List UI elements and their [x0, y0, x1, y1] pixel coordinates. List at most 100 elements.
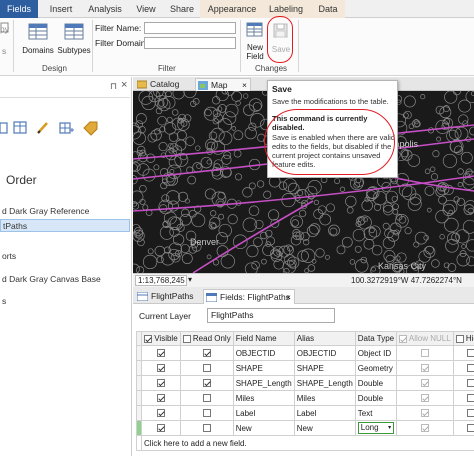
- table-row[interactable]: Label Label Text: [136, 405, 474, 421]
- allow-null-checkbox[interactable]: [420, 364, 429, 373]
- visible-checkbox[interactable]: [156, 394, 165, 403]
- tab-labeling[interactable]: Labeling: [266, 0, 306, 18]
- field-name-cell[interactable]: OBJECTID: [232, 345, 295, 361]
- tab-map[interactable]: Map ×: [195, 78, 251, 91]
- read-only-checkbox[interactable]: [202, 349, 211, 358]
- checkbox[interactable]: [455, 334, 464, 343]
- alias-cell[interactable]: Label: [293, 405, 356, 421]
- col-header-data-type[interactable]: Data Type: [354, 331, 398, 346]
- allow-null-checkbox[interactable]: [420, 379, 429, 388]
- read-only-checkbox[interactable]: [202, 364, 211, 373]
- field-name-cell[interactable]: SHAPE: [232, 360, 295, 376]
- highlight-cell[interactable]: [452, 420, 474, 436]
- allow-null-cell[interactable]: [396, 345, 454, 361]
- read-only-cell[interactable]: [179, 420, 234, 436]
- highlight-checkbox[interactable]: [466, 424, 474, 433]
- allow-null-cell[interactable]: [396, 360, 454, 376]
- filter-domain-input[interactable]: [144, 37, 236, 49]
- highlight-cell[interactable]: [452, 375, 474, 391]
- highlight-cell[interactable]: [452, 360, 474, 376]
- visible-cell[interactable]: [141, 360, 181, 376]
- alias-cell[interactable]: New: [293, 420, 356, 436]
- highlight-checkbox[interactable]: [466, 349, 474, 358]
- read-only-cell[interactable]: [179, 345, 234, 361]
- close-icon[interactable]: ×: [121, 79, 127, 91]
- col-header-field-name[interactable]: Field Name: [232, 331, 295, 346]
- tab-fields[interactable]: Fields: [0, 0, 38, 18]
- visible-cell[interactable]: [141, 405, 181, 421]
- alias-cell[interactable]: OBJECTID: [293, 345, 356, 361]
- add-field-text[interactable]: Click here to add a new field.: [141, 435, 474, 451]
- read-only-checkbox[interactable]: [202, 394, 211, 403]
- data-type-dropdown[interactable]: Long ▾: [357, 422, 395, 434]
- read-only-checkbox[interactable]: [202, 379, 211, 388]
- visible-cell[interactable]: [141, 375, 181, 391]
- field-name-cell[interactable]: Miles: [232, 390, 295, 406]
- scale-input[interactable]: 1:13,768,245: [135, 275, 187, 286]
- tab-data[interactable]: Data: [314, 0, 342, 18]
- visible-checkbox[interactable]: [156, 424, 165, 433]
- pin-icon[interactable]: ⊓: [110, 81, 117, 92]
- allow-null-checkbox[interactable]: [420, 394, 429, 403]
- tab-catalog[interactable]: Catalog: [135, 78, 199, 91]
- read-only-cell[interactable]: [179, 375, 234, 391]
- visible-checkbox[interactable]: [156, 349, 165, 358]
- allow-null-checkbox[interactable]: [420, 409, 429, 418]
- checkbox[interactable]: [144, 334, 152, 343]
- alias-cell[interactable]: SHAPE: [293, 360, 356, 376]
- read-only-cell[interactable]: [179, 390, 234, 406]
- scale-dropdown-icon[interactable]: ▾: [188, 275, 192, 284]
- data-type-cell[interactable]: Double: [354, 375, 398, 391]
- layer-item-selected[interactable]: tPaths: [0, 219, 130, 232]
- allow-null-checkbox[interactable]: [420, 349, 429, 358]
- tab-insert[interactable]: Insert: [44, 0, 78, 18]
- table-row[interactable]: Miles Miles Double: [136, 390, 474, 406]
- checkbox[interactable]: [182, 334, 191, 343]
- tab-fields-flightpaths[interactable]: Fields: FlightPaths ×: [203, 289, 295, 304]
- layer-item[interactable]: d Dark Gray Reference: [0, 205, 130, 218]
- highlight-checkbox[interactable]: [466, 409, 474, 418]
- filter-name-input[interactable]: [144, 22, 236, 34]
- highlight-checkbox[interactable]: [466, 379, 474, 388]
- allow-null-cell[interactable]: [396, 390, 454, 406]
- table-row[interactable]: SHAPE_Length SHAPE_Length Double: [136, 375, 474, 391]
- layer-item[interactable]: orts: [0, 250, 130, 263]
- visible-checkbox[interactable]: [156, 379, 165, 388]
- table-row[interactable]: SHAPE SHAPE Geometry: [136, 360, 474, 376]
- read-only-cell[interactable]: [179, 360, 234, 376]
- field-name-cell[interactable]: Label: [232, 405, 295, 421]
- tab-flightpaths-table[interactable]: FlightPaths: [135, 289, 199, 304]
- highlight-cell[interactable]: [452, 390, 474, 406]
- alias-cell[interactable]: Miles: [293, 390, 356, 406]
- close-icon[interactable]: ×: [286, 290, 291, 305]
- layer-item[interactable]: d Dark Gray Canvas Base: [0, 273, 130, 286]
- allow-null-cell[interactable]: [396, 375, 454, 391]
- read-only-cell[interactable]: [179, 405, 234, 421]
- checkbox[interactable]: [399, 334, 408, 343]
- tab-appearance[interactable]: Appearance: [206, 0, 258, 18]
- visible-checkbox[interactable]: [156, 364, 165, 373]
- tab-analysis[interactable]: Analysis: [84, 0, 126, 18]
- highlight-checkbox[interactable]: [466, 394, 474, 403]
- read-only-checkbox[interactable]: [202, 424, 211, 433]
- visible-checkbox[interactable]: [156, 409, 165, 418]
- col-header-visible[interactable]: Visible: [141, 331, 181, 346]
- col-header-highlight[interactable]: Highli: [452, 331, 474, 346]
- data-type-cell[interactable]: Object ID: [354, 345, 398, 361]
- highlight-cell[interactable]: [452, 405, 474, 421]
- subtypes-button[interactable]: Subtypes: [56, 22, 92, 55]
- field-name-cell[interactable]: SHAPE_Length: [232, 375, 295, 391]
- new-field-button[interactable]: New Field: [244, 21, 266, 61]
- domains-button[interactable]: Domains: [20, 22, 56, 55]
- highlight-cell[interactable]: [452, 345, 474, 361]
- data-type-cell[interactable]: Double: [354, 390, 398, 406]
- data-type-cell[interactable]: Text: [354, 405, 398, 421]
- read-only-checkbox[interactable]: [202, 409, 211, 418]
- visible-cell[interactable]: [141, 420, 181, 436]
- visible-cell[interactable]: [141, 345, 181, 361]
- tab-share[interactable]: Share: [166, 0, 198, 18]
- allow-null-cell[interactable]: [396, 405, 454, 421]
- field-name-cell[interactable]: New: [232, 420, 295, 436]
- tab-view[interactable]: View: [132, 0, 160, 18]
- layer-item[interactable]: s: [0, 295, 130, 308]
